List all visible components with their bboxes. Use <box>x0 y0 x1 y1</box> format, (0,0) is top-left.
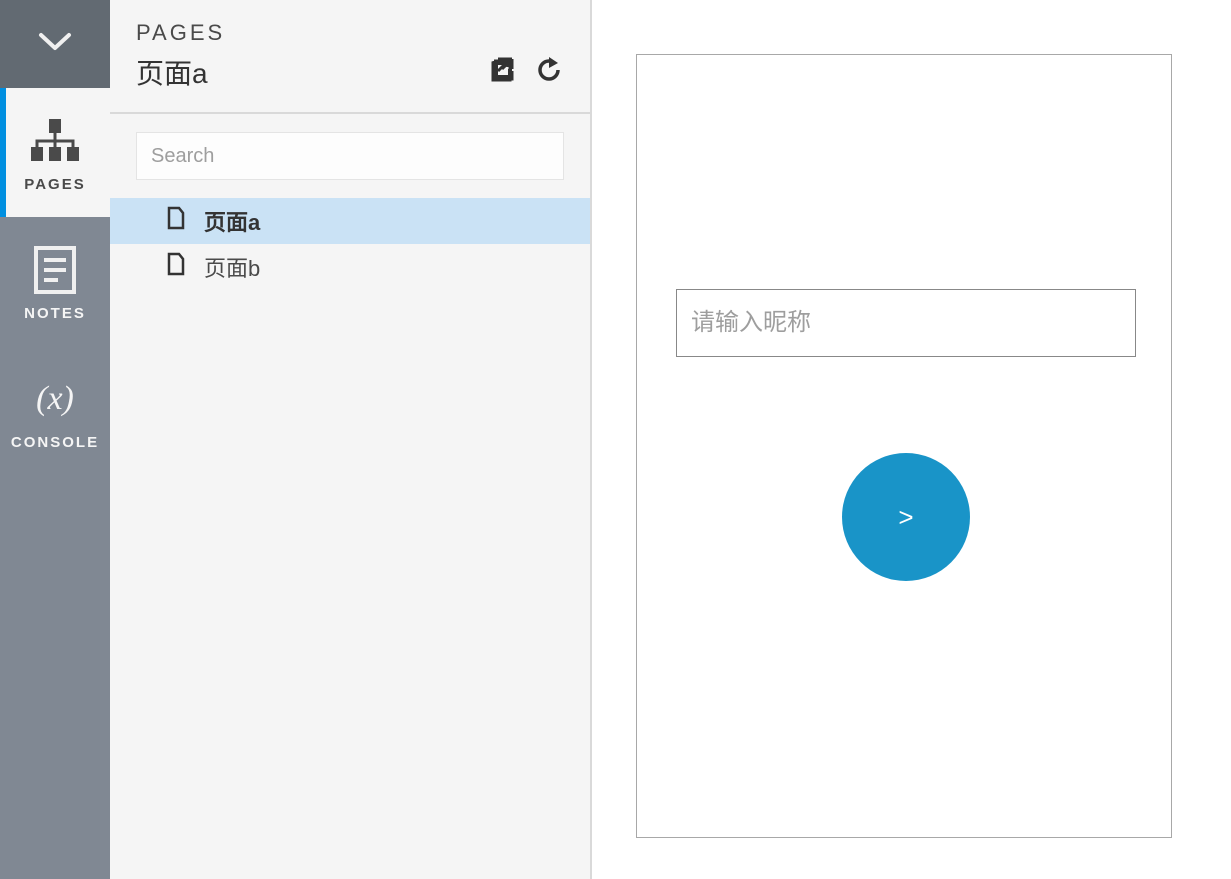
page-item-label: 页面b <box>204 251 260 283</box>
chevron-down-icon <box>38 32 72 57</box>
search-input[interactable] <box>136 132 564 180</box>
current-page-name: 页面a <box>136 52 208 92</box>
pages-sidebar: PAGES 页面a <box>110 0 592 879</box>
refresh-icon[interactable] <box>536 57 564 88</box>
page-icon <box>166 206 186 236</box>
notes-icon <box>34 245 76 295</box>
nav-tab-pages[interactable]: PAGES <box>0 88 110 217</box>
sidebar-header: PAGES 页面a <box>110 0 590 114</box>
page-icon <box>166 252 186 282</box>
next-button-label: > <box>898 502 913 533</box>
nav-tab-notes[interactable]: NOTES <box>0 217 110 346</box>
page-list: 页面a 页面b <box>110 198 590 879</box>
nickname-input[interactable] <box>676 289 1136 357</box>
nav-rail: PAGES NOTES (x) CONSOLE <box>0 0 110 879</box>
nav-tab-console[interactable]: (x) CONSOLE <box>0 346 110 475</box>
next-button[interactable]: > <box>842 453 970 581</box>
nav-tab-label: PAGES <box>24 176 85 193</box>
variable-icon: (x) <box>36 374 74 424</box>
page-item-label: 页面a <box>204 205 260 237</box>
page-list-item[interactable]: 页面a <box>110 198 590 244</box>
page-list-item[interactable]: 页面b <box>110 244 590 290</box>
device-frame: > <box>636 54 1172 838</box>
nav-tab-label: NOTES <box>24 305 86 322</box>
nav-collapse-toggle[interactable] <box>0 0 110 88</box>
sidebar-title: PAGES <box>136 20 564 46</box>
export-icon[interactable] <box>490 57 516 88</box>
nav-tab-label: CONSOLE <box>11 434 99 451</box>
sitemap-icon <box>29 116 81 166</box>
canvas-area: > <box>592 0 1231 879</box>
search-container <box>110 114 590 198</box>
